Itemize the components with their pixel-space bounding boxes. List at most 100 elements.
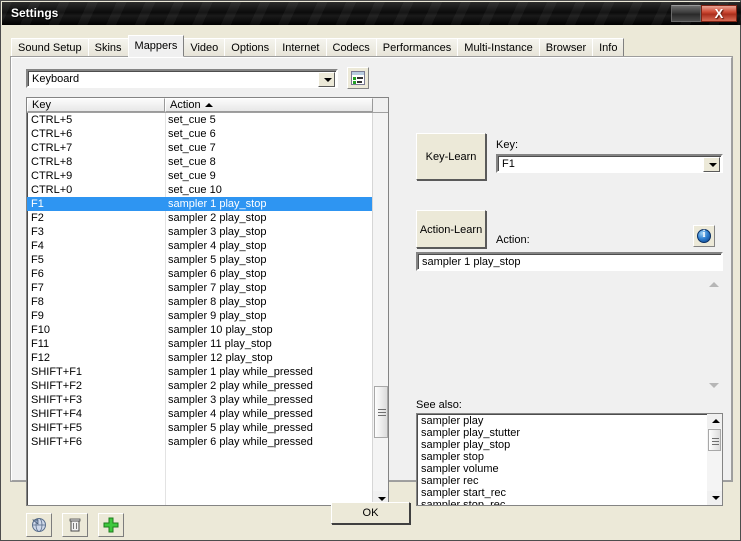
table-row[interactable]: CTRL+9 set_cue 9 (27, 169, 373, 183)
list-item[interactable]: sampler stop_rec (417, 499, 707, 505)
table-row[interactable]: CTRL+0 set_cue 10 (27, 183, 373, 197)
mapping-list[interactable]: Key Action CTRL+5 set_cue 5 CTRL+6 set_cue … (26, 97, 389, 506)
table-row[interactable]: SHIFT+F6 sampler 6 play while_pressed (27, 435, 373, 449)
table-row[interactable]: SHIFT+F2 sampler 2 play while_pressed (27, 379, 373, 393)
tab-internet[interactable]: Internet (275, 38, 327, 57)
see-also-scroll-down-button[interactable] (707, 491, 722, 505)
table-row[interactable]: F1 sampler 1 play_stop (27, 197, 373, 211)
tab-browser[interactable]: Browser (538, 38, 594, 57)
table-row[interactable]: CTRL+7 set_cue 7 (27, 141, 373, 155)
cell-key: CTRL+7 (31, 142, 73, 154)
ok-button[interactable]: OK (331, 502, 410, 524)
table-row[interactable]: CTRL+8 set_cue 8 (27, 155, 373, 169)
table-row[interactable]: CTRL+6 set_cue 6 (27, 127, 373, 141)
list-item[interactable]: sampler play_stop (417, 439, 707, 451)
chevron-up-icon (711, 419, 720, 423)
cell-key: SHIFT+F3 (31, 394, 83, 406)
cell-action: set_cue 10 (168, 184, 222, 196)
table-row[interactable]: F9 sampler 9 play_stop (27, 309, 373, 323)
table-row[interactable]: CTRL+5 set_cue 5 (27, 113, 373, 127)
tab-performances[interactable]: Performances (375, 38, 459, 57)
cell-key: F3 (31, 226, 44, 238)
cell-key: CTRL+6 (31, 128, 73, 140)
table-row[interactable]: F5 sampler 5 play_stop (27, 253, 373, 267)
table-row[interactable]: SHIFT+F3 sampler 3 play while_pressed (27, 393, 373, 407)
green-plus-icon (103, 517, 119, 533)
tab-codecs[interactable]: Codecs (325, 38, 377, 57)
tab-mappers[interactable]: Mappers (127, 35, 185, 57)
add-button[interactable] (98, 513, 124, 537)
tab-skins[interactable]: Skins (87, 38, 129, 57)
minimize-button[interactable] (671, 5, 701, 22)
refresh-button[interactable] (26, 513, 52, 537)
table-row[interactable]: SHIFT+F1 sampler 1 play while_pressed (27, 365, 373, 379)
action-learn-button[interactable]: Action-Learn (416, 210, 486, 248)
list-properties-button[interactable] (347, 67, 369, 89)
key-learn-button[interactable]: Key-Learn (416, 133, 486, 180)
scroll-down-arrow-icon[interactable] (709, 383, 719, 388)
see-also-scroll-up-button[interactable] (707, 414, 722, 428)
key-select-value: F1 (502, 158, 515, 170)
table-row[interactable]: F4 sampler 4 play_stop (27, 239, 373, 253)
cell-key: F2 (31, 212, 44, 224)
see-also-rows: sampler play sampler play_stutter sampler … (417, 415, 707, 505)
tab-info[interactable]: Info (592, 38, 625, 57)
table-row[interactable]: SHIFT+F5 sampler 5 play while_pressed (27, 421, 373, 435)
list-item[interactable]: sampler volume (417, 463, 707, 475)
close-button[interactable]: X (701, 5, 737, 22)
mapping-list-header: Key Action (27, 98, 388, 113)
cell-key: F6 (31, 268, 44, 280)
scrollbar-thumb[interactable] (374, 386, 388, 438)
table-row[interactable]: F8 sampler 8 play_stop (27, 295, 373, 309)
list-item[interactable]: sampler stop (417, 451, 707, 463)
key-label: Key: (496, 139, 519, 151)
window-title: Settings (11, 6, 59, 20)
table-row[interactable]: F6 sampler 6 play_stop (27, 267, 373, 281)
key-select[interactable]: F1 (496, 154, 723, 173)
table-row[interactable]: F3 sampler 3 play_stop (27, 225, 373, 239)
key-select-arrow-button[interactable] (703, 157, 720, 172)
cell-key: CTRL+5 (31, 114, 73, 126)
column-header-key[interactable]: Key (27, 98, 165, 112)
scroll-up-arrow-icon[interactable] (709, 282, 719, 287)
cell-action: set_cue 9 (168, 170, 216, 182)
cell-action: set_cue 6 (168, 128, 216, 140)
list-properties-icon (351, 71, 365, 85)
list-item[interactable]: sampler rec (417, 475, 707, 487)
settings-window: Settings X Sound Setup Skins Mappers Video O… (0, 0, 741, 541)
table-row[interactable]: F10 sampler 10 play_stop (27, 323, 373, 337)
cell-action: sampler 7 play_stop (168, 282, 267, 294)
see-also-scrollbar[interactable] (707, 414, 722, 505)
table-row[interactable]: F7 sampler 7 play_stop (27, 281, 373, 295)
chevron-down-icon (323, 77, 332, 82)
device-select-value: Keyboard (32, 73, 80, 85)
column-header-action[interactable]: Action (165, 98, 373, 112)
cell-key: SHIFT+F4 (31, 408, 83, 420)
cell-key: CTRL+8 (31, 156, 73, 168)
cell-key: CTRL+9 (31, 170, 73, 182)
cell-key: F8 (31, 296, 44, 308)
tab-options[interactable]: Options (224, 38, 277, 57)
delete-button[interactable] (62, 513, 88, 537)
list-item[interactable]: sampler play (417, 415, 707, 427)
tab-multi-instance[interactable]: Multi-Instance (457, 38, 540, 57)
action-input[interactable]: sampler 1 play_stop (416, 252, 723, 271)
tab-sound-setup[interactable]: Sound Setup (11, 38, 89, 57)
table-row[interactable]: SHIFT+F4 sampler 4 play while_pressed (27, 407, 373, 421)
table-row[interactable]: F11 sampler 11 play_stop (27, 337, 373, 351)
action-label: Action: (496, 234, 530, 246)
tab-video[interactable]: Video (183, 38, 226, 57)
info-button[interactable]: i (693, 225, 715, 247)
device-select-arrow-button[interactable] (318, 72, 335, 87)
cell-action: sampler 5 play while_pressed (168, 422, 313, 434)
see-also-scrollbar-thumb[interactable] (708, 429, 721, 451)
list-item[interactable]: sampler play_stutter (417, 427, 707, 439)
device-select[interactable]: Keyboard (26, 69, 338, 88)
see-also-list[interactable]: sampler play sampler play_stutter sampler … (416, 413, 723, 506)
table-row[interactable]: F12 sampler 12 play_stop (27, 351, 373, 365)
table-row[interactable]: F2 sampler 2 play_stop (27, 211, 373, 225)
mapping-list-scrollbar[interactable] (372, 113, 388, 505)
cell-action: sampler 1 play_stop (168, 198, 267, 210)
list-item[interactable]: sampler start_rec (417, 487, 707, 499)
cell-key: F7 (31, 282, 44, 294)
